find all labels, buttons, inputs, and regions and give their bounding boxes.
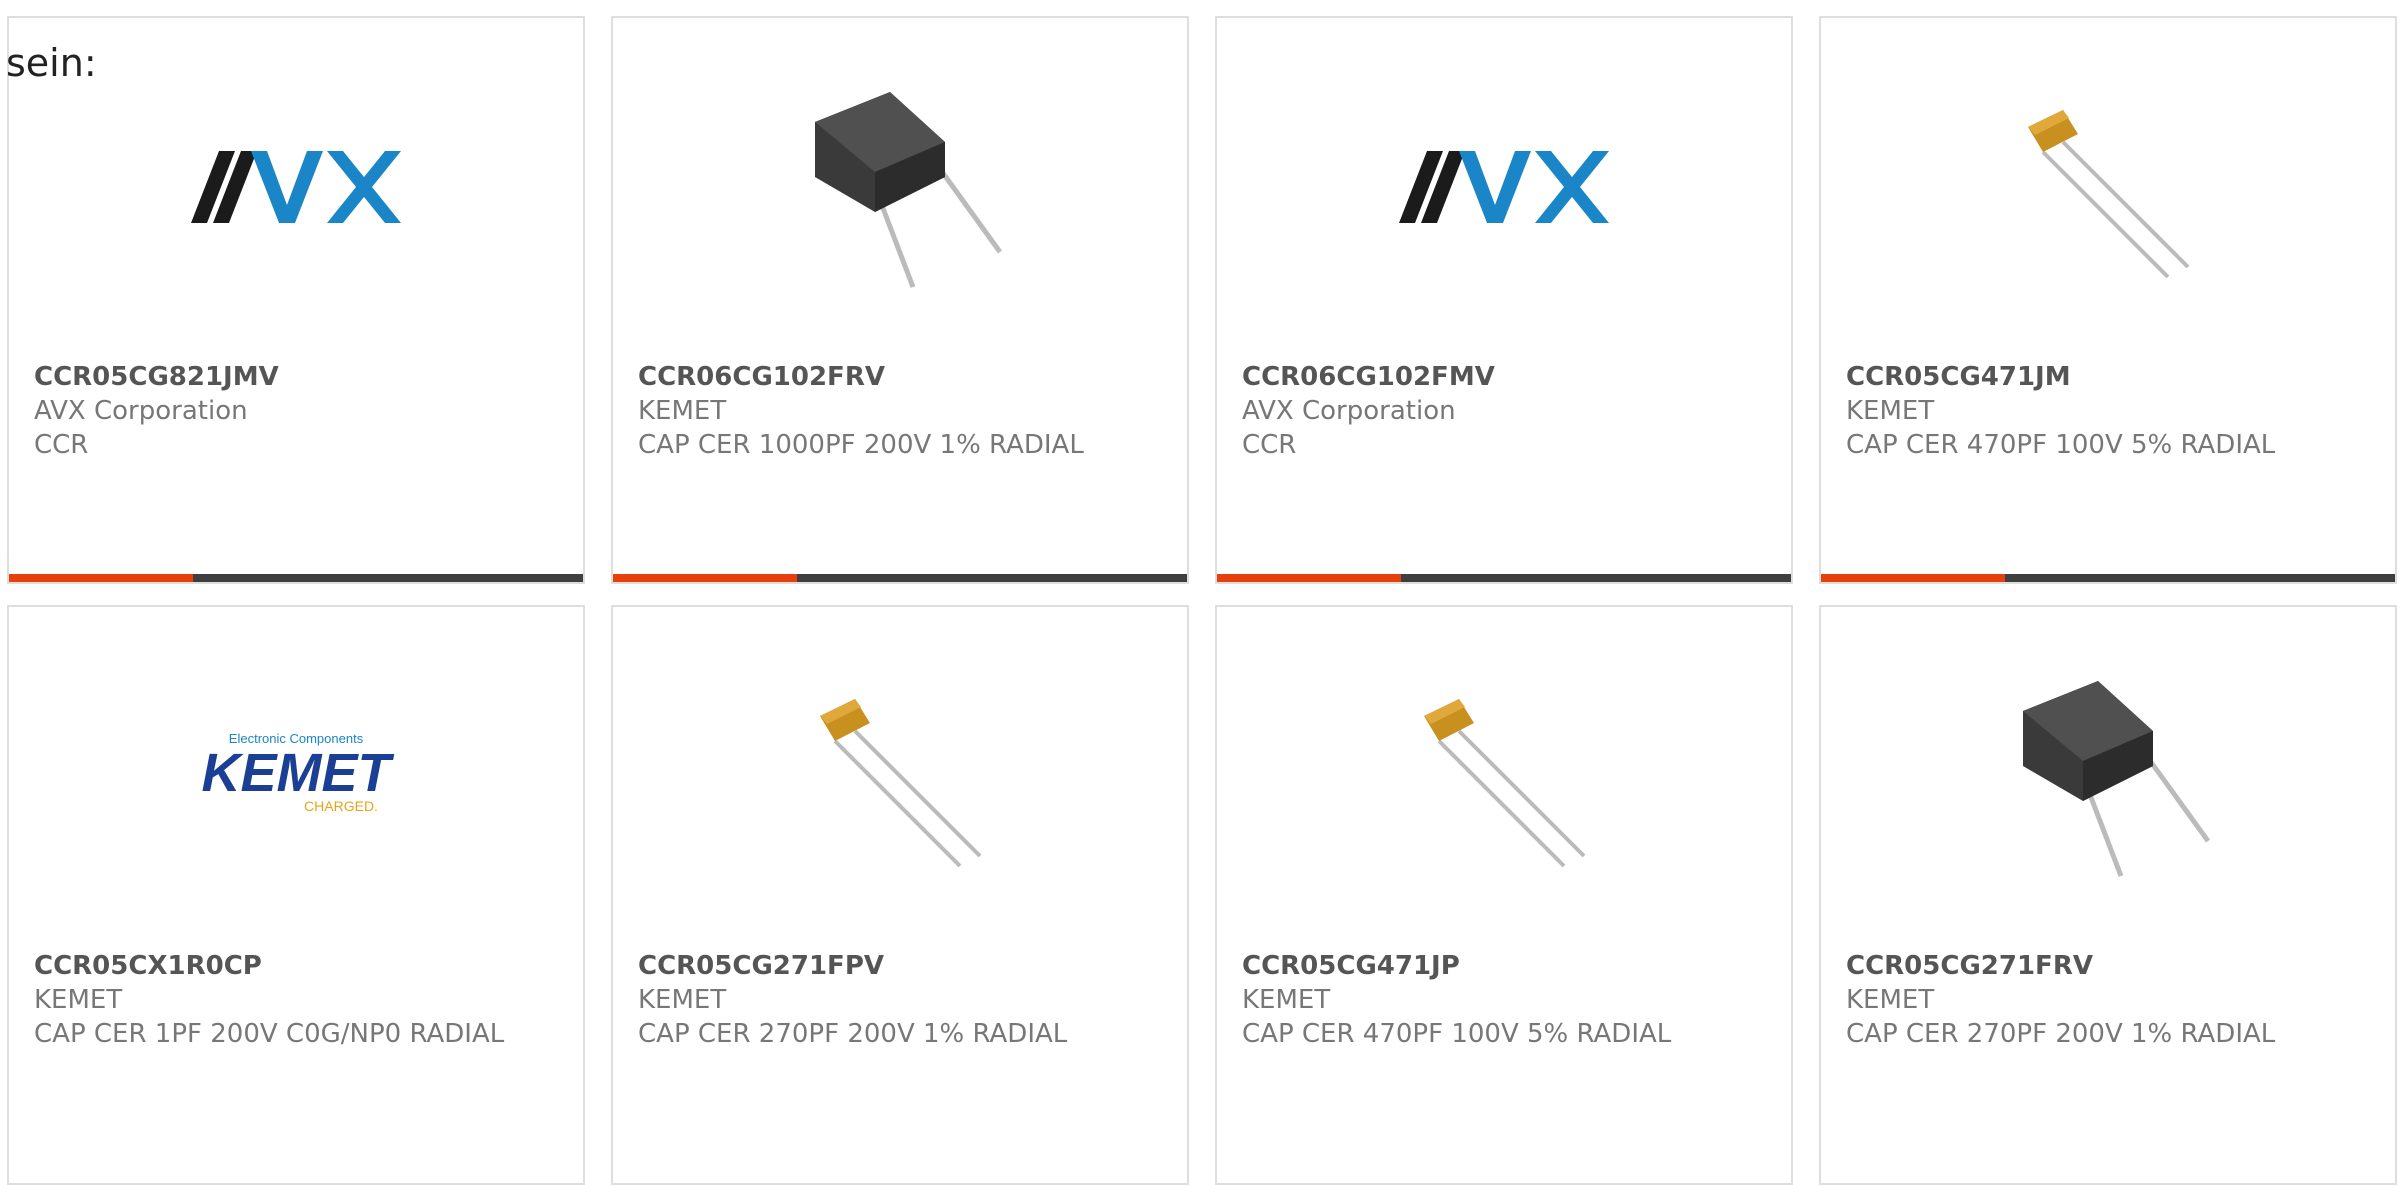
capacitor-yellow-icon [2003,82,2213,292]
description: CAP CER 1000PF 200V 1% RADIAL [638,430,1084,460]
capacitor-yellow-icon [1399,671,1609,881]
product-card[interactable]: CCR05CG271FRV KEMET CAP CER 270PF 200V 1… [1819,605,2397,1185]
avx-logo [191,82,401,292]
card-bar [1217,574,1791,582]
intro-text: sein: [6,41,97,85]
product-card[interactable]: CCR05CG821JMV AVX Corporation CCR [7,16,585,584]
card-bar [613,574,1187,582]
description: CAP CER 470PF 100V 5% RADIAL [1242,1019,1672,1049]
product-card[interactable]: CCR05CG271FPV KEMET CAP CER 270PF 200V 1… [611,605,1189,1185]
kemet-logo-tag: CHARGED. [304,798,378,814]
avx-logo [1399,82,1609,292]
description: CAP CER 270PF 200V 1% RADIAL [638,1019,1068,1049]
card-bar [9,574,583,582]
part-number[interactable]: CCR05CG821JMV [34,360,563,394]
manufacturer: KEMET [1846,985,1935,1015]
capacitor-yellow-icon [795,671,1005,881]
capacitor-black-icon [795,82,1005,292]
kemet-logo: Electronic Components KEMET CHARGED. [191,671,401,881]
card-bar-accent [9,574,193,582]
product-card[interactable]: CCR06CG102FRV KEMET CAP CER 1000PF 200V … [611,16,1189,584]
manufacturer: AVX Corporation [34,396,248,426]
description: CCR [34,430,89,460]
description: CCR [1242,430,1297,460]
part-number[interactable]: CCR05CG271FPV [638,949,1167,983]
capacitor-black-icon [2003,671,2213,881]
manufacturer: KEMET [638,985,727,1015]
description: CAP CER 1PF 200V C0G/NP0 RADIAL [34,1019,505,1049]
product-card[interactable]: CCR05CG471JP KEMET CAP CER 470PF 100V 5%… [1215,605,1793,1185]
card-bar [1821,574,2395,582]
part-number[interactable]: CCR05CG471JM [1846,360,2375,394]
card-bar-accent [613,574,797,582]
manufacturer: AVX Corporation [1242,396,1456,426]
part-number[interactable]: CCR06CG102FRV [638,360,1167,394]
product-card[interactable]: CCR05CG471JM KEMET CAP CER 470PF 100V 5%… [1819,16,2397,584]
manufacturer: KEMET [34,985,123,1015]
part-number[interactable]: CCR05CG271FRV [1846,949,2375,983]
product-card[interactable]: CCR06CG102FMV AVX Corporation CCR [1215,16,1793,584]
part-number[interactable]: CCR05CG471JP [1242,949,1771,983]
card-bar-accent [1217,574,1401,582]
part-number[interactable]: CCR06CG102FMV [1242,360,1771,394]
manufacturer: KEMET [1846,396,1935,426]
description: CAP CER 470PF 100V 5% RADIAL [1846,430,2276,460]
manufacturer: KEMET [1242,985,1331,1015]
kemet-logo-name: KEMET [202,743,395,803]
part-number[interactable]: CCR05CX1R0CP [34,949,563,983]
description: CAP CER 270PF 200V 1% RADIAL [1846,1019,2276,1049]
card-bar-accent [1821,574,2005,582]
product-card[interactable]: Electronic Components KEMET CHARGED. CCR… [7,605,585,1185]
manufacturer: KEMET [638,396,727,426]
